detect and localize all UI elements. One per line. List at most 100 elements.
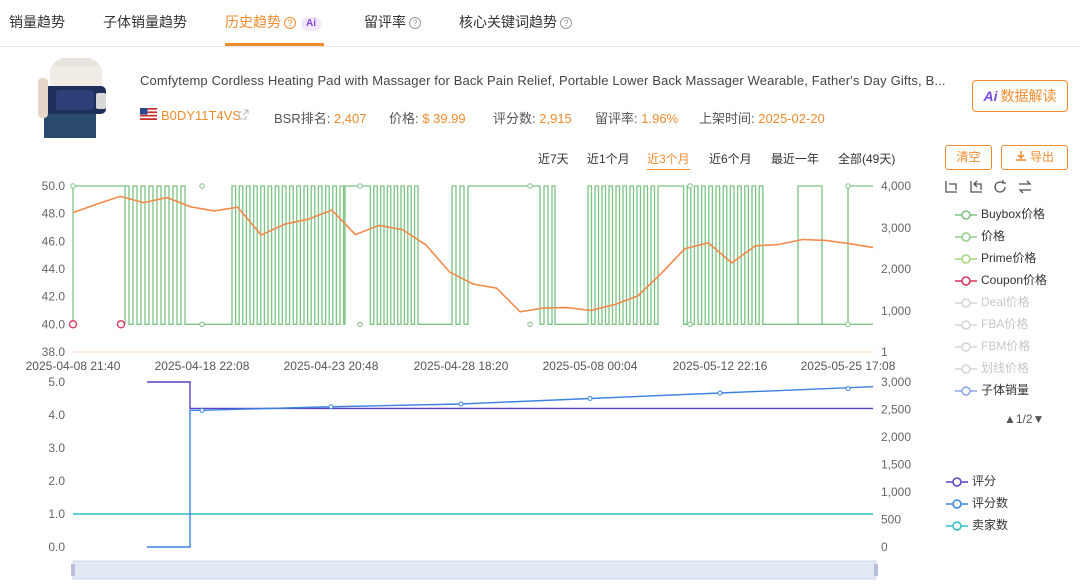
ratings-value: 2,915 [539, 111, 572, 126]
ai-prefix: Ai [983, 88, 998, 104]
zoom-select-icon[interactable] [943, 179, 959, 195]
legend-label: 子体销量 [981, 383, 1030, 397]
y2-axis-tick-label: 0 [881, 540, 888, 554]
coupon-point [116, 320, 126, 329]
legend-item[interactable]: 评分数 [946, 494, 1008, 511]
legend-item[interactable]: FBA价格 [955, 315, 1028, 332]
ai-interpret-button[interactable]: Ai 数据解读 [972, 80, 1068, 112]
legend-item[interactable]: 卖家数 [946, 516, 1008, 533]
product-image [36, 58, 118, 138]
x-axis-tick-label: 2025-04-08 21:40 [26, 359, 121, 373]
asin-link[interactable]: B0DY11T4VS [161, 108, 241, 123]
y-axis-tick-label: 4.0 [48, 408, 65, 422]
active-tab-underline [225, 43, 324, 46]
price-point [70, 183, 76, 189]
y2-axis-tick-label: 3,000 [881, 375, 911, 389]
ratings-info: 评分数: 2,915 [493, 108, 572, 127]
legend-label: 卖家数 [972, 518, 1009, 532]
range-3m[interactable]: 近3个月 [647, 150, 690, 170]
external-link-icon[interactable] [238, 109, 249, 120]
y2-axis-tick-label: 1,500 [881, 458, 911, 472]
help-icon[interactable]: ? [284, 17, 296, 29]
legend-marker-icon [946, 521, 968, 531]
tab-sales-trend[interactable]: 销量趋势 [9, 12, 65, 32]
price-value: $ 39.99 [422, 111, 466, 126]
range-7d[interactable]: 近7天 [538, 150, 569, 167]
range-all[interactable]: 全部(49天) [838, 150, 895, 167]
legend-label: 价格 [981, 229, 1006, 243]
legend-label: Coupon价格 [981, 273, 1048, 287]
y-axis-tick-label: 1.0 [48, 507, 65, 521]
y2-axis-tick-label: 2,500 [881, 403, 911, 417]
price-point [527, 321, 533, 328]
legend-label: FBM价格 [981, 339, 1031, 353]
download-icon [1015, 151, 1026, 161]
y2-axis-tick-label: 2,000 [881, 262, 911, 276]
tab-label: 留评率 [364, 14, 406, 30]
tab-core-keyword-trend[interactable]: 核心关键词趋势? [459, 12, 572, 32]
legend-item[interactable]: 子体销量 [955, 381, 1029, 398]
range-1y[interactable]: 最近一年 [771, 150, 819, 167]
legend-item[interactable]: 价格 [955, 227, 1005, 244]
y-axis-tick-label: 46.0 [42, 234, 66, 248]
legend-pager[interactable]: ▲1/2▼ [1004, 412, 1044, 426]
y-axis-tick-label: 48.0 [42, 207, 66, 221]
tab-review-rate[interactable]: 留评率? [364, 12, 421, 32]
legend-label: FBA价格 [981, 317, 1029, 331]
legend-item[interactable]: Buybox价格 [955, 205, 1045, 222]
legend-marker-icon [955, 298, 977, 308]
help-icon[interactable]: ? [560, 17, 572, 29]
price-point [199, 321, 205, 328]
y2-axis-tick-label: 1,000 [881, 485, 911, 499]
price-point [527, 183, 533, 189]
legend-item[interactable]: FBM价格 [955, 337, 1030, 354]
price-series [70, 183, 873, 328]
range-1m[interactable]: 近1个月 [587, 150, 630, 167]
x-axis-tick-label: 2025-05-12 22:16 [673, 359, 768, 373]
y-axis-tick-label: 0.0 [48, 540, 65, 554]
review-rate-value: 1.96% [641, 111, 679, 126]
review-rate-label: 留评率: [595, 111, 638, 126]
x-axis-tick-label: 2025-04-28 18:20 [414, 359, 509, 373]
legend-marker-icon [955, 232, 977, 242]
price-point [357, 321, 363, 328]
legend-marker-icon [955, 210, 977, 220]
y2-axis-tick-label: 1,000 [881, 304, 911, 318]
x-axis-tick-label: 2025-04-23 20:48 [284, 359, 379, 373]
export-button[interactable]: 导出 [1001, 145, 1068, 170]
price-point [357, 183, 363, 189]
clear-button[interactable]: 清空 [945, 145, 992, 170]
y-axis-tick-label: 40.0 [42, 317, 66, 331]
bsr-info: BSR排名: 2,407 [274, 108, 367, 127]
y-axis-tick-label: 42.0 [42, 290, 66, 304]
legend-label: 划线价格 [981, 361, 1030, 375]
legend-marker-icon [946, 499, 968, 509]
legend-item[interactable]: 评分 [946, 472, 996, 489]
refresh-icon[interactable] [992, 179, 1008, 195]
range-6m[interactable]: 近6个月 [709, 150, 752, 167]
legend-item[interactable]: Deal价格 [955, 293, 1030, 310]
y-axis-tick-label: 5.0 [48, 375, 65, 389]
product-title[interactable]: Comfytemp Cordless Heating Pad with Mass… [140, 73, 970, 88]
x-axis-tick-label: 2025-04-18 22:08 [155, 359, 250, 373]
ratings-count-point [717, 390, 723, 396]
bsr-line [72, 195, 874, 313]
x-axis-tick-label: 2025-05-08 00:04 [543, 359, 638, 373]
y-axis-tick-label: 38.0 [42, 345, 66, 359]
help-icon[interactable]: ? [409, 17, 421, 29]
tab-history-trend[interactable]: 历史趋势? Ai [225, 12, 321, 32]
legend-marker-icon [955, 254, 977, 264]
switch-icon[interactable] [1017, 179, 1033, 195]
legend-item[interactable]: Prime价格 [955, 249, 1036, 266]
y2-axis-tick-label: 500 [881, 513, 901, 527]
bsr-label: BSR排名: [274, 111, 331, 126]
price-line [72, 185, 873, 325]
legend-item[interactable]: 划线价格 [955, 359, 1029, 376]
coupon-point [68, 320, 78, 329]
legend-marker-icon [946, 477, 968, 487]
bsr-value: 2,407 [333, 111, 367, 126]
legend-item[interactable]: Coupon价格 [955, 271, 1047, 288]
tab-child-sales-trend[interactable]: 子体销量趋势 [103, 12, 187, 32]
tab-label: 子体销量趋势 [103, 14, 187, 30]
zoom-reset-icon[interactable] [968, 179, 984, 195]
